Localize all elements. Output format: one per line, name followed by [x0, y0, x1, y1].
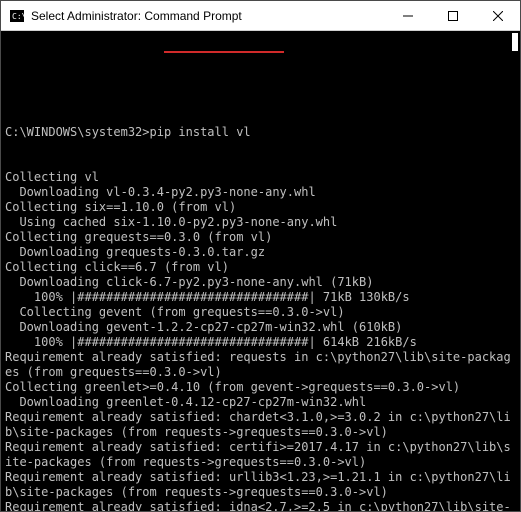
- terminal-line: Downloading greenlet-0.4.12-cp27-cp27m-w…: [5, 395, 514, 410]
- minimize-button[interactable]: [385, 1, 430, 30]
- terminal-line: Downloading click-6.7-py2.py3-none-any.w…: [5, 275, 514, 290]
- terminal-line: Collecting grequests==0.3.0 (from vl): [5, 230, 514, 245]
- terminal-output: Collecting vl Downloading vl-0.3.4-py2.p…: [5, 170, 514, 511]
- maximize-button[interactable]: [430, 1, 475, 30]
- terminal-line: Downloading gevent-1.2.2-cp27-cp27m-win3…: [5, 320, 514, 335]
- terminal-line: Requirement already satisfied: chardet<3…: [5, 410, 514, 440]
- prompt-path: C:\WINDOWS\system32>: [5, 125, 150, 139]
- terminal-line: Requirement already satisfied: certifi>=…: [5, 440, 514, 470]
- terminal-line: Requirement already satisfied: idna<2.7,…: [5, 500, 514, 511]
- command-prompt-window: C:\ Select Administrator: Command Prompt…: [0, 0, 521, 512]
- terminal-line: Collecting vl: [5, 170, 514, 185]
- terminal-area[interactable]: C:\WINDOWS\system32>pip install vl Colle…: [1, 31, 520, 511]
- prompt-command: pip install vl: [150, 125, 251, 139]
- scrollbar-thumb[interactable]: [512, 33, 518, 51]
- terminal-line: Downloading vl-0.3.4-py2.py3-none-any.wh…: [5, 185, 514, 200]
- terminal-line: Using cached six-1.10.0-py2.py3-none-any…: [5, 215, 514, 230]
- terminal-line: 100% |################################| …: [5, 335, 514, 350]
- svg-text:C:\: C:\: [12, 12, 24, 21]
- window-controls: [385, 1, 520, 30]
- terminal-line: Downloading grequests-0.3.0.tar.gz: [5, 245, 514, 260]
- titlebar[interactable]: C:\ Select Administrator: Command Prompt: [1, 1, 520, 31]
- terminal-line: Collecting click==6.7 (from vl): [5, 260, 514, 275]
- terminal-line: Collecting gevent (from grequests==0.3.0…: [5, 305, 514, 320]
- terminal-line: Collecting greenlet>=0.4.10 (from gevent…: [5, 380, 514, 395]
- close-button[interactable]: [475, 1, 520, 30]
- terminal-line: 100% |################################| …: [5, 290, 514, 305]
- terminal-line: Requirement already satisfied: requests …: [5, 350, 514, 380]
- window-title: Select Administrator: Command Prompt: [31, 9, 385, 23]
- prompt-line: C:\WINDOWS\system32>pip install vl: [5, 125, 514, 140]
- terminal-line: Collecting six==1.10.0 (from vl): [5, 200, 514, 215]
- annotation-underline: [164, 51, 284, 53]
- terminal-blank-line: [5, 80, 514, 95]
- app-icon: C:\: [9, 8, 25, 24]
- terminal-line: Requirement already satisfied: urllib3<1…: [5, 470, 514, 500]
